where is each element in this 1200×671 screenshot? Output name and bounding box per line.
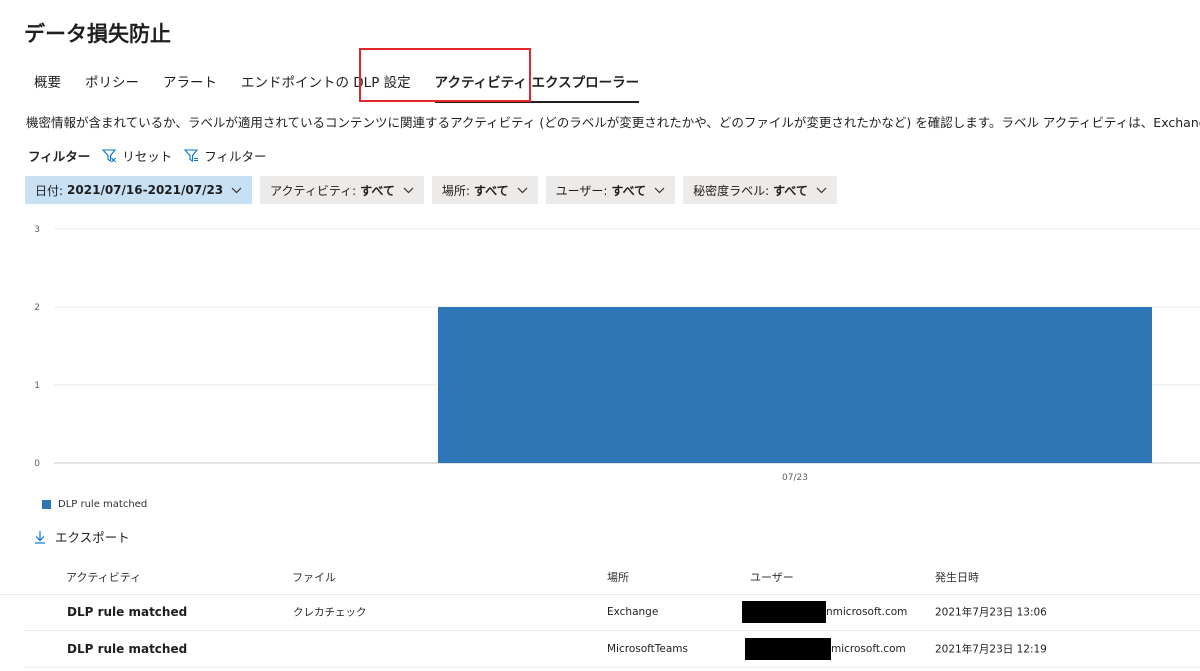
table-row[interactable]: DLP rule matched MicrosoftTeams microsof… <box>25 631 1200 668</box>
export-button[interactable]: エクスポート <box>34 527 130 546</box>
chip-value: すべて <box>773 183 808 198</box>
chip-key: ユーザー: <box>555 183 608 198</box>
y-tick-label: 1 <box>34 381 40 391</box>
cell-location: Exchange <box>607 606 659 618</box>
date-filter-chip[interactable]: 日付: 2021/07/16-2021/07/23 <box>25 176 253 204</box>
sensitivity-label-filter-chip[interactable]: 秘密度ラベル: すべて <box>683 176 837 204</box>
export-label: エクスポート <box>55 530 130 545</box>
chevron-down-icon <box>231 187 242 193</box>
tab-bar: 概要 ポリシー アラート エンドポイントの DLP 設定 アクティビティ エクス… <box>22 66 651 103</box>
chip-value: すべて <box>611 183 647 198</box>
cell-user: nmicrosoft.com <box>826 606 908 618</box>
activity-chart: 0 1 2 3 07/23 <box>34 225 1200 483</box>
cell-activity: DLP rule matched <box>67 642 188 656</box>
table-row[interactable]: DLP rule matched クレカチェック Exchange nmicro… <box>25 594 1200 631</box>
table-header: アクティビティ ファイル 場所 ユーザー 発生日時 <box>0 560 1200 595</box>
y-tick-label: 2 <box>34 303 40 313</box>
page-description: 機密情報が含まれているか、ラベルが適用されているコンテンツに関連するアクティビテ… <box>26 115 1200 130</box>
cell-file: クレカチェック <box>293 606 367 619</box>
activity-filter-chip[interactable]: アクティビティ: すべて <box>260 176 424 204</box>
chip-value: すべて <box>360 183 395 198</box>
page-title: データ損失防止 <box>24 22 171 46</box>
y-tick-label: 0 <box>34 459 40 469</box>
chevron-down-icon <box>816 187 827 193</box>
legend-label: DLP rule matched <box>58 499 148 510</box>
legend-swatch <box>42 500 51 509</box>
user-filter-chip[interactable]: ユーザー: すべて <box>545 176 676 204</box>
cell-user: microsoft.com <box>831 643 906 655</box>
x-tick-label: 07/23 <box>782 473 808 483</box>
chip-key: 場所: <box>441 183 470 198</box>
column-header-location[interactable]: 場所 <box>607 569 629 585</box>
chip-key: 日付: <box>35 183 64 198</box>
filter-icon <box>184 148 199 162</box>
column-header-activity[interactable]: アクティビティ <box>66 569 141 585</box>
reset-label: リセット <box>122 148 173 164</box>
cell-activity: DLP rule matched <box>67 605 188 619</box>
tab-policies[interactable]: ポリシー <box>73 69 151 97</box>
filter-chips: 日付: 2021/07/16-2021/07/23 アクティビティ: すべて 場所:… <box>25 176 845 204</box>
tab-overview[interactable]: 概要 <box>22 69 73 97</box>
y-tick-label: 3 <box>34 225 40 235</box>
filter-label: フィルター <box>28 148 91 164</box>
column-header-user[interactable]: ユーザー <box>750 569 794 585</box>
tab-alerts[interactable]: アラート <box>151 69 229 97</box>
filter-bar: フィルター リセット フィルター <box>28 146 279 164</box>
redacted-user-block <box>745 638 831 660</box>
filter-button[interactable]: フィルター <box>184 146 267 165</box>
column-header-file[interactable]: ファイル <box>292 569 336 585</box>
cell-datetime: 2021年7月23日 12:19 <box>935 643 1047 656</box>
redacted-user-block <box>742 601 826 623</box>
column-header-datetime[interactable]: 発生日時 <box>935 569 979 585</box>
cell-datetime: 2021年7月23日 13:06 <box>935 606 1047 619</box>
chip-value: 2021/07/16-2021/07/23 <box>67 183 224 197</box>
chart-legend: DLP rule matched <box>42 499 147 510</box>
chevron-down-icon <box>403 187 414 193</box>
chevron-down-icon <box>517 187 528 193</box>
cell-location: MicrosoftTeams <box>607 643 689 655</box>
chevron-down-icon <box>654 187 665 193</box>
bar <box>438 307 1152 463</box>
reset-button[interactable]: リセット <box>102 146 172 165</box>
chip-key: 秘密度ラベル: <box>693 183 770 198</box>
chip-value: すべて <box>473 183 509 198</box>
download-icon <box>35 530 45 544</box>
filter-label-text: フィルター <box>204 148 267 164</box>
location-filter-chip[interactable]: 場所: すべて <box>431 176 538 204</box>
chip-key: アクティビティ: <box>270 183 357 198</box>
highlight-box <box>359 48 531 102</box>
reset-filter-icon <box>102 148 117 162</box>
